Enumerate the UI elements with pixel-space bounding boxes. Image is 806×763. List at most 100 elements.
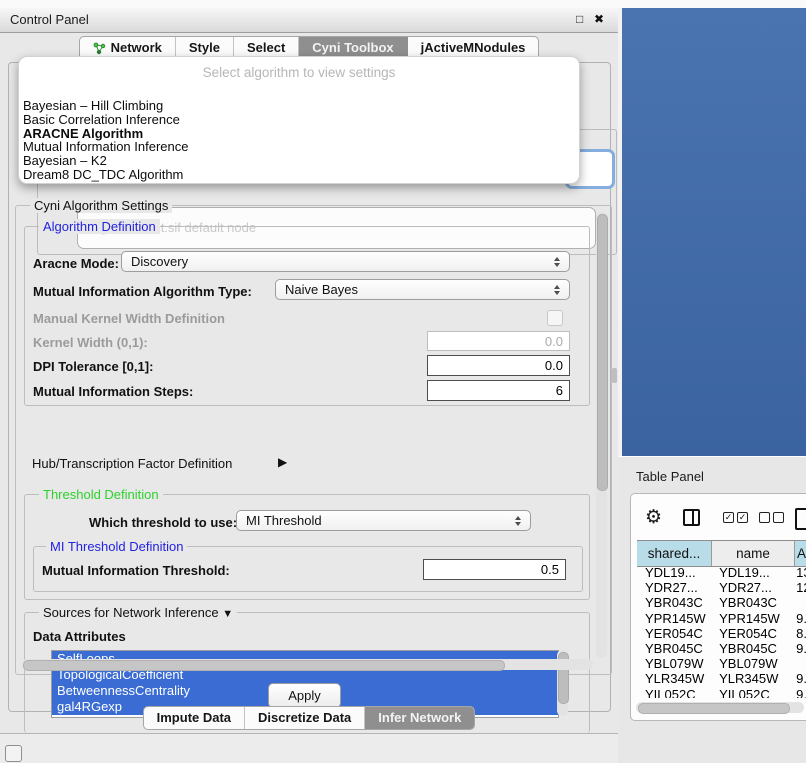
- close-window-icon[interactable]: ✖: [594, 12, 604, 26]
- dock-icon[interactable]: [5, 745, 22, 762]
- control-panel-window: Control Panel □ ✖ Network Style Select C…: [0, 8, 619, 734]
- table-cell[interactable]: YIL052C: [711, 687, 793, 699]
- mi-steps-value: 6: [556, 383, 563, 398]
- table-cell[interactable]: YDL19...: [637, 565, 711, 580]
- table-cell[interactable]: YBR043C: [711, 595, 793, 610]
- kernel-width-field[interactable]: 0.0: [427, 331, 570, 351]
- select-all-icon[interactable]: ✓✓: [723, 512, 748, 523]
- table-horizontal-scrollbar[interactable]: [636, 702, 804, 713]
- control-panel-titlebar[interactable]: Control Panel □ ✖: [0, 8, 618, 33]
- table-cell[interactable]: YIL052C: [637, 687, 711, 699]
- tab-impute-data[interactable]: Impute Data: [144, 707, 245, 729]
- tab-infer-network[interactable]: Infer Network: [365, 707, 474, 729]
- cyni-algorithm-settings-group: Cyni Algorithm Settings Algorithm Defini…: [15, 205, 612, 675]
- data-attributes-label: Data Attributes: [33, 629, 126, 644]
- table-cell[interactable]: YER054C: [711, 626, 793, 641]
- hub-definition-label[interactable]: Hub/Transcription Factor Definition: [32, 456, 232, 471]
- table-cell[interactable]: YDL19...: [711, 565, 793, 580]
- settings-horizontal-thumb[interactable]: [23, 660, 505, 671]
- mi-steps-field[interactable]: 6: [427, 380, 570, 401]
- manual-kernel-width-checkbox[interactable]: [547, 310, 563, 326]
- spinner-icon: [515, 516, 521, 526]
- table-cell[interactable]: 9.: [793, 641, 806, 656]
- settings-gear-icon[interactable]: ⚙: [645, 508, 662, 527]
- algorithm-option[interactable]: ARACNE Algorithm: [23, 127, 575, 141]
- algorithm-definition-group: Algorithm Definition Aracne Mode: Discov…: [24, 226, 590, 406]
- tab-discretize-data[interactable]: Discretize Data: [245, 707, 365, 729]
- mi-threshold-field[interactable]: 0.5: [423, 559, 566, 580]
- function-builder-icon[interactable]: [795, 508, 806, 530]
- algorithm-option[interactable]: Bayesian – Hill Climbing: [23, 99, 575, 113]
- table-row[interactable]: YER054CYER054C8.: [637, 626, 806, 641]
- algorithm-options-list: Bayesian – Hill ClimbingBasic Correlatio…: [23, 99, 575, 182]
- algorithm-option[interactable]: Dream8 DC_TDC Algorithm: [23, 168, 575, 182]
- settings-vertical-scrollbar[interactable]: [596, 212, 607, 658]
- table-cell[interactable]: 13: [793, 565, 806, 580]
- table-cell[interactable]: YPR145W: [637, 611, 711, 626]
- table-row[interactable]: YDL19...YDL19...13: [637, 565, 806, 580]
- float-window-icon[interactable]: □: [576, 12, 583, 26]
- column-header-shared-name[interactable]: shared...: [637, 541, 712, 566]
- expand-right-icon[interactable]: ▶: [278, 455, 287, 469]
- tab-infer-network-label: Infer Network: [378, 707, 461, 729]
- network-window-frame: GAL7GAL80GAL10GAL1SWI4GAL11GAL4GCY1HAP4Y…: [622, 8, 806, 456]
- collapse-down-icon[interactable]: ▼: [222, 608, 233, 620]
- table-header: shared... name A: [637, 540, 806, 567]
- settings-horizontal-scrollbar[interactable]: [21, 659, 593, 670]
- table-cell[interactable]: 8.: [793, 626, 806, 641]
- table-cell[interactable]: YLR345W: [637, 671, 711, 686]
- table-cell[interactable]: YPR145W: [711, 611, 793, 626]
- table-cell[interactable]: [793, 656, 806, 671]
- table-cell[interactable]: YBR045C: [637, 641, 711, 656]
- table-cell[interactable]: YBL079W: [711, 656, 793, 671]
- which-threshold-value: MI Threshold: [246, 513, 322, 528]
- table-row[interactable]: YDR27...YDR27...12: [637, 580, 806, 595]
- settings-vertical-thumb[interactable]: [597, 214, 608, 491]
- mi-algorithm-type-combo[interactable]: Naive Bayes: [275, 279, 570, 300]
- table-row[interactable]: YBR043CYBR043C: [637, 595, 806, 610]
- desktop-top-strip: [0, 0, 806, 8]
- aracne-mode-label: Aracne Mode:: [33, 256, 119, 271]
- mi-threshold-group: MI Threshold Definition Mutual Informati…: [33, 546, 583, 592]
- kernel-width-label: Kernel Width (0,1):: [33, 335, 148, 350]
- table-row[interactable]: YIL052CYIL052C9.: [637, 687, 806, 699]
- table-cell[interactable]: 9.: [793, 687, 806, 699]
- table-cell[interactable]: [793, 595, 806, 610]
- mi-algorithm-type-label: Mutual Information Algorithm Type:: [33, 284, 252, 299]
- mi-algorithm-type-value: Naive Bayes: [285, 282, 358, 297]
- table-row[interactable]: YBL079WYBL079W: [637, 656, 806, 671]
- algorithm-option[interactable]: Mutual Information Inference: [23, 140, 575, 154]
- deselect-all-icon[interactable]: [759, 512, 784, 523]
- dpi-tolerance-field[interactable]: 0.0: [427, 355, 570, 376]
- control-panel-title: Control Panel: [10, 12, 89, 27]
- tab-discretize-data-label: Discretize Data: [258, 707, 351, 729]
- table-row[interactable]: YLR345WYLR345W9.: [637, 671, 806, 686]
- table-row[interactable]: YPR145WYPR145W9.: [637, 611, 806, 626]
- table-cell[interactable]: 12: [793, 580, 806, 595]
- table-cell[interactable]: YER054C: [637, 626, 711, 641]
- table-cell[interactable]: YBR043C: [637, 595, 711, 610]
- table-row[interactable]: YBR045CYBR045C9.: [637, 641, 806, 656]
- table-cell[interactable]: YDR27...: [637, 580, 711, 595]
- dpi-tolerance-value: 0.0: [545, 358, 563, 373]
- apply-button[interactable]: Apply: [268, 683, 341, 708]
- split-columns-icon[interactable]: [683, 509, 700, 526]
- manual-kernel-width-label: Manual Kernel Width Definition: [33, 311, 225, 326]
- table-cell[interactable]: YLR345W: [711, 671, 793, 686]
- which-threshold-combo[interactable]: MI Threshold: [236, 510, 531, 531]
- algorithm-option[interactable]: Bayesian – K2: [23, 154, 575, 168]
- threshold-definition-title: Threshold Definition: [39, 487, 163, 502]
- column-header-partial[interactable]: A: [795, 541, 806, 566]
- sources-title: Sources for Network Inference ▼: [39, 605, 237, 620]
- table-cell[interactable]: YBR045C: [711, 641, 793, 656]
- table-cell[interactable]: 9.: [793, 671, 806, 686]
- aracne-mode-combo[interactable]: Discovery: [121, 251, 570, 272]
- algorithm-option[interactable]: Basic Correlation Inference: [23, 113, 575, 127]
- column-header-name[interactable]: name: [712, 541, 795, 566]
- table-cell[interactable]: 9.: [793, 611, 806, 626]
- panel-divider-handle[interactable]: [612, 368, 617, 383]
- network-icon: [93, 42, 106, 55]
- table-cell[interactable]: YDR27...: [711, 580, 793, 595]
- table-horizontal-thumb[interactable]: [638, 703, 790, 714]
- table-cell[interactable]: YBL079W: [637, 656, 711, 671]
